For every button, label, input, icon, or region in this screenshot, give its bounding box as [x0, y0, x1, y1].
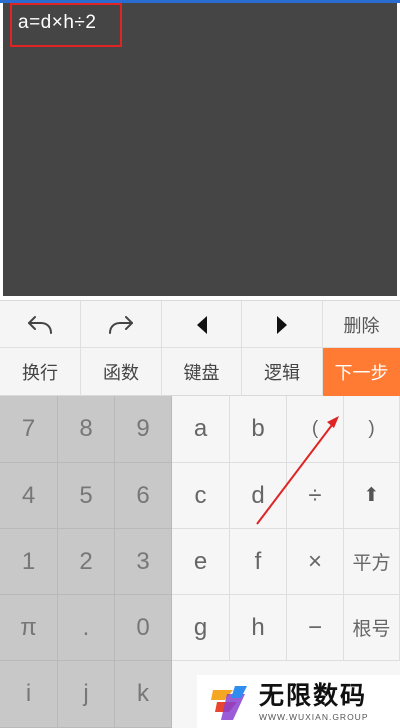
redo-button[interactable]: [81, 301, 162, 349]
key-close-paren[interactable]: ): [344, 396, 400, 463]
key-j[interactable]: j: [58, 661, 115, 728]
key-multiply[interactable]: ×: [287, 529, 344, 595]
key-f[interactable]: f: [230, 529, 287, 595]
edit-toolbar: 删除: [0, 300, 400, 349]
key-d[interactable]: d: [230, 463, 287, 529]
watermark-url: WWW.WUXIAN.GROUP: [259, 711, 369, 722]
key-open-paren[interactable]: (: [287, 396, 344, 463]
watermark-logo: 无限数码 WWW.WUXIAN.GROUP: [197, 675, 400, 728]
key-c[interactable]: c: [172, 463, 230, 529]
undo-button[interactable]: [0, 301, 81, 349]
key-8[interactable]: 8: [58, 396, 115, 463]
key-0[interactable]: 0: [115, 595, 172, 661]
undo-icon: [28, 316, 52, 334]
cursor-right-button[interactable]: [242, 301, 323, 349]
key-sqrt[interactable]: 根号: [344, 595, 400, 661]
cursor-right-icon: [277, 316, 287, 334]
key-a[interactable]: a: [172, 396, 230, 463]
cursor-left-button[interactable]: [162, 301, 242, 349]
key-5[interactable]: 5: [58, 463, 115, 529]
key-shift[interactable]: ⬆: [344, 463, 400, 529]
key-4[interactable]: 4: [0, 463, 58, 529]
key-pi[interactable]: π: [0, 595, 58, 661]
formula-text: a=d×h÷2: [18, 12, 97, 33]
key-e[interactable]: e: [172, 529, 230, 595]
key-decimal[interactable]: .: [58, 595, 115, 661]
logic-tab[interactable]: 逻辑: [242, 348, 323, 396]
key-b[interactable]: b: [230, 396, 287, 463]
key-6[interactable]: 6: [115, 463, 172, 529]
next-step-button[interactable]: 下一步: [323, 348, 400, 396]
key-2[interactable]: 2: [58, 529, 115, 595]
newline-button[interactable]: 换行: [0, 348, 81, 396]
keyboard-tab[interactable]: 键盘: [162, 348, 242, 396]
delete-button[interactable]: 删除: [323, 301, 400, 349]
key-3[interactable]: 3: [115, 529, 172, 595]
function-tab[interactable]: 函数: [81, 348, 162, 396]
key-1[interactable]: 1: [0, 529, 58, 595]
key-9[interactable]: 9: [115, 396, 172, 463]
key-square[interactable]: 平方: [344, 529, 400, 595]
redo-icon: [109, 316, 133, 334]
mode-bar: 换行 函数 键盘 逻辑 下一步: [0, 348, 400, 396]
watermark-name: 无限数码: [259, 681, 368, 710]
key-g[interactable]: g: [172, 595, 230, 661]
key-minus[interactable]: −: [287, 595, 344, 661]
key-k[interactable]: k: [115, 661, 172, 728]
key-i[interactable]: i: [0, 661, 58, 728]
cursor-left-icon: [196, 316, 207, 334]
logo-mark-icon: [211, 685, 247, 720]
key-h[interactable]: h: [230, 595, 287, 661]
key-7[interactable]: 7: [0, 396, 58, 463]
key-divide[interactable]: ÷: [287, 463, 344, 529]
